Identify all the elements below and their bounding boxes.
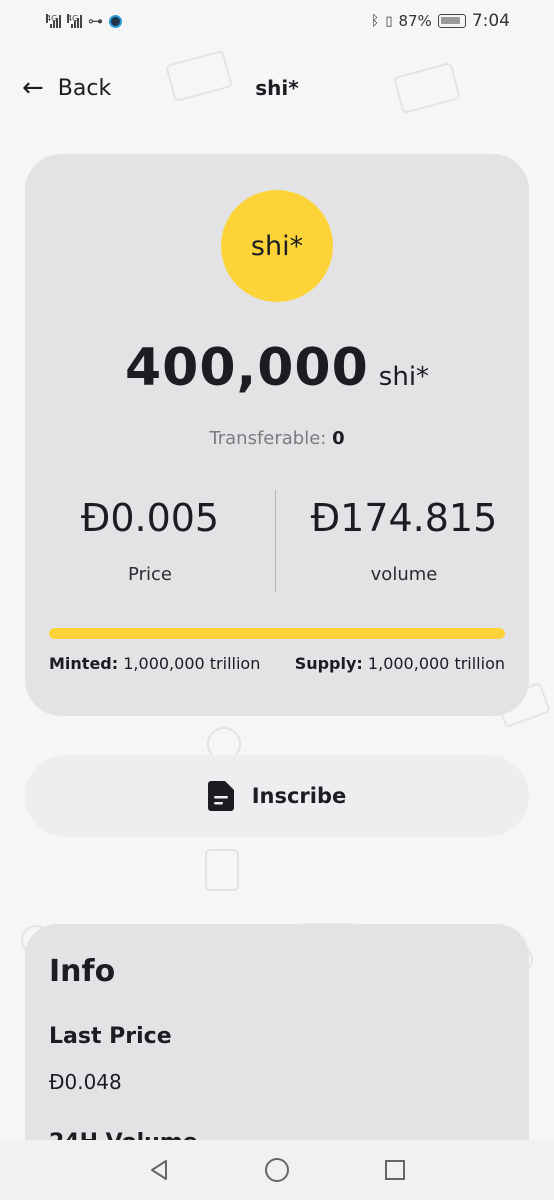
bluetooth-icon: ᛒ	[370, 13, 380, 29]
balance-row: 400,000 shi*	[25, 338, 529, 398]
minted-progress-fill	[49, 628, 505, 639]
info-title: Info	[49, 954, 116, 989]
back-label: Back	[57, 75, 112, 101]
app-header: ← Back shi*	[0, 58, 554, 118]
clock: 7:04	[471, 11, 510, 31]
minted-info: Minted: 1,000,000 trillion	[49, 654, 260, 673]
balance-ticker: shi*	[378, 362, 430, 392]
inscribe-label: Inscribe	[251, 784, 347, 808]
vibrate-icon: ▯	[385, 13, 393, 29]
transferable-label: Transferable:	[209, 428, 327, 449]
document-icon	[207, 781, 234, 811]
inscribe-button[interactable]: Inscribe	[25, 755, 529, 837]
minted-label: Minted:	[49, 654, 119, 673]
status-left: 4G 4G ⊶	[46, 12, 122, 30]
volume-label: volume	[370, 564, 438, 585]
last-price-label: Last Price	[49, 1024, 172, 1049]
system-nav-bar	[0, 1140, 554, 1200]
key-icon: ⊶	[88, 12, 103, 30]
arrow-left-icon: ←	[22, 73, 44, 103]
nav-recents-button[interactable]	[375, 1150, 415, 1190]
nav-back-button[interactable]	[139, 1150, 179, 1190]
app-notification-icon	[109, 14, 122, 28]
triangle-back-icon	[151, 1160, 167, 1180]
balance-amount: 400,000	[124, 338, 369, 398]
status-bar: 4G 4G ⊶ ᛒ ▯ 87% 7:04	[0, 0, 554, 42]
price-stat: Đ0.005 Price	[25, 496, 275, 585]
minted-progress-bar	[49, 628, 505, 639]
back-button[interactable]: ← Back	[22, 75, 111, 101]
volume-value: Đ174.815	[310, 496, 498, 540]
transferable-info: Transferable: 0	[25, 428, 529, 449]
minted-value: 1,000,000 trillion	[123, 654, 261, 673]
price-label: Price	[128, 564, 172, 585]
supply-value: 1,000,000 trillion	[367, 654, 505, 673]
volume-stat: Đ174.815 volume	[279, 496, 529, 585]
supply-label: Supply:	[294, 654, 363, 673]
circle-home-icon	[265, 1158, 289, 1182]
stat-divider	[275, 490, 276, 592]
status-right: ᛒ ▯ 87% 7:04	[371, 11, 510, 31]
token-avatar: shi*	[221, 190, 333, 302]
battery-percent: 87%	[398, 12, 432, 30]
signal-icon: 4G	[46, 14, 61, 28]
nav-home-button[interactable]	[257, 1150, 297, 1190]
token-card: shi* 400,000 shi* Transferable: 0 Đ0.005…	[25, 154, 529, 716]
signal-1-label: 4G	[46, 14, 58, 23]
last-price-value: Đ0.048	[49, 1070, 122, 1094]
battery-icon	[437, 14, 466, 28]
transferable-value: 0	[332, 428, 345, 449]
signal-2-label: 4G	[67, 14, 79, 23]
square-recents-icon	[385, 1160, 405, 1180]
price-value: Đ0.005	[80, 496, 220, 540]
signal-icon: 4G	[67, 14, 82, 28]
supply-info: Supply: 1,000,000 trillion	[295, 654, 505, 673]
supply-row: Minted: 1,000,000 trillion Supply: 1,000…	[49, 654, 505, 673]
